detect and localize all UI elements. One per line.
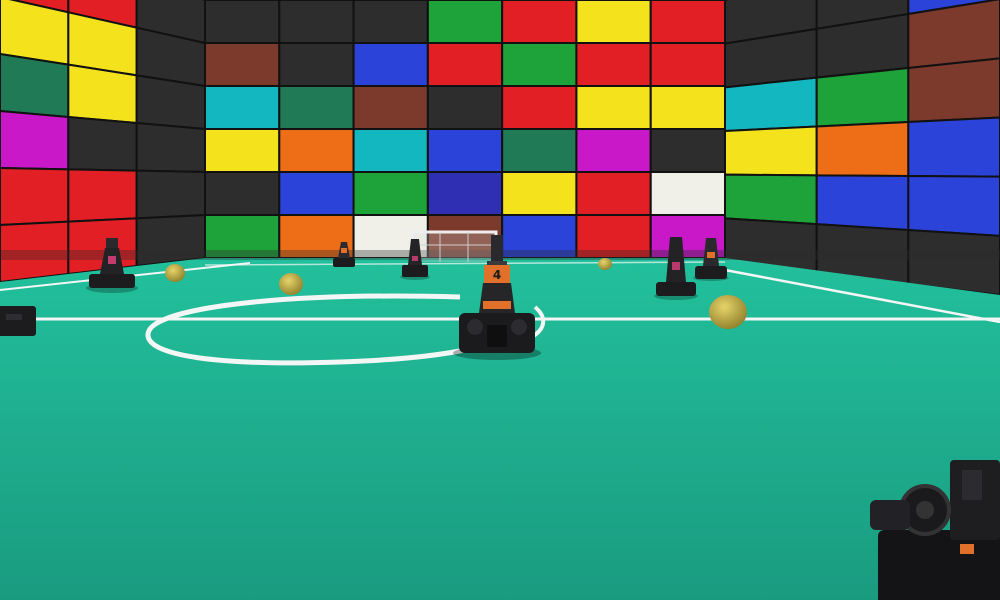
ball [279,273,303,295]
wall-tile [278,85,355,130]
wall-tile [649,171,726,216]
wall-tile [501,85,578,130]
wall-tile [575,42,652,87]
wall-tile [135,121,206,174]
wall-tile [426,171,504,216]
wall-tile [575,0,652,44]
wall-tile [649,85,726,130]
wall-tile [67,115,138,172]
wall-tile [426,128,504,173]
wall-tile [204,171,281,216]
wall-tile [426,0,504,44]
wall-tile [426,42,504,87]
wall-tile [426,85,504,130]
wall-tile [501,0,578,44]
wall-tile [575,171,652,216]
wall-tile [67,168,138,223]
wall-tile [135,169,206,220]
wall-tile [352,42,429,87]
arena-render: 4 [0,0,1000,600]
wall-tile [575,128,652,173]
wall-tile [278,171,355,216]
wall-tile [0,52,70,119]
wall-tile [352,128,429,173]
wall-tile [204,0,281,44]
wall-tile [907,57,1000,124]
wall-tile [501,171,578,216]
wall-tile [724,173,818,226]
goal-frame [410,230,498,262]
wall-tile [501,42,578,87]
wall-tile [649,128,726,173]
wall-tile [67,63,138,125]
ball [709,295,747,329]
wall-tile [649,0,726,44]
wall-tile [0,109,70,171]
ball [598,258,612,270]
game-viewport[interactable]: 4 [0,0,1000,600]
wall-tile [278,0,355,44]
wall-tile [204,85,281,130]
wall-tile [815,120,910,178]
wall-tile [352,171,429,216]
left-wall [0,0,206,284]
wall-tile [724,125,818,177]
wall-tile [815,174,910,232]
robot-number-label: 4 [493,268,501,282]
wall-tile [649,42,726,87]
wall-tile [352,0,429,44]
back-wall [204,0,726,259]
wall-tile [204,42,281,87]
wall-tile [575,85,652,130]
wall-tile [352,85,429,130]
wall-tile [907,116,1000,178]
wall-tile [815,66,910,128]
ball [165,264,185,282]
wall-tile [724,76,818,133]
wall-tile [204,128,281,173]
wall-tile [501,128,578,173]
robot [0,306,36,336]
wall-tile [278,42,355,87]
wall-tile [0,166,70,227]
wall-tile [907,174,1000,237]
wall-tile [278,128,355,173]
